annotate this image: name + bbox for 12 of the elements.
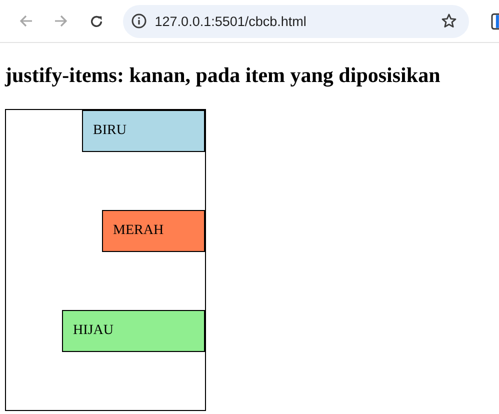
grid-item: BIRU bbox=[82, 110, 205, 152]
reload-icon bbox=[89, 14, 104, 28]
grid-item: MERAH bbox=[102, 210, 205, 252]
forward-arrow-icon bbox=[53, 13, 70, 29]
page-heading: justify-items: kanan, pada item yang diposisikan bbox=[5, 63, 442, 88]
grid-item: HIJAU bbox=[62, 310, 205, 352]
side-panel-icon[interactable] bbox=[491, 12, 499, 30]
star-icon[interactable] bbox=[441, 13, 458, 29]
address-bar[interactable]: 127.0.0.1:5501/cbcb.html bbox=[122, 4, 470, 38]
url-text: 127.0.0.1:5501/cbcb.html bbox=[154, 14, 308, 28]
back-arrow-icon bbox=[18, 13, 34, 29]
info-icon bbox=[130, 13, 147, 29]
